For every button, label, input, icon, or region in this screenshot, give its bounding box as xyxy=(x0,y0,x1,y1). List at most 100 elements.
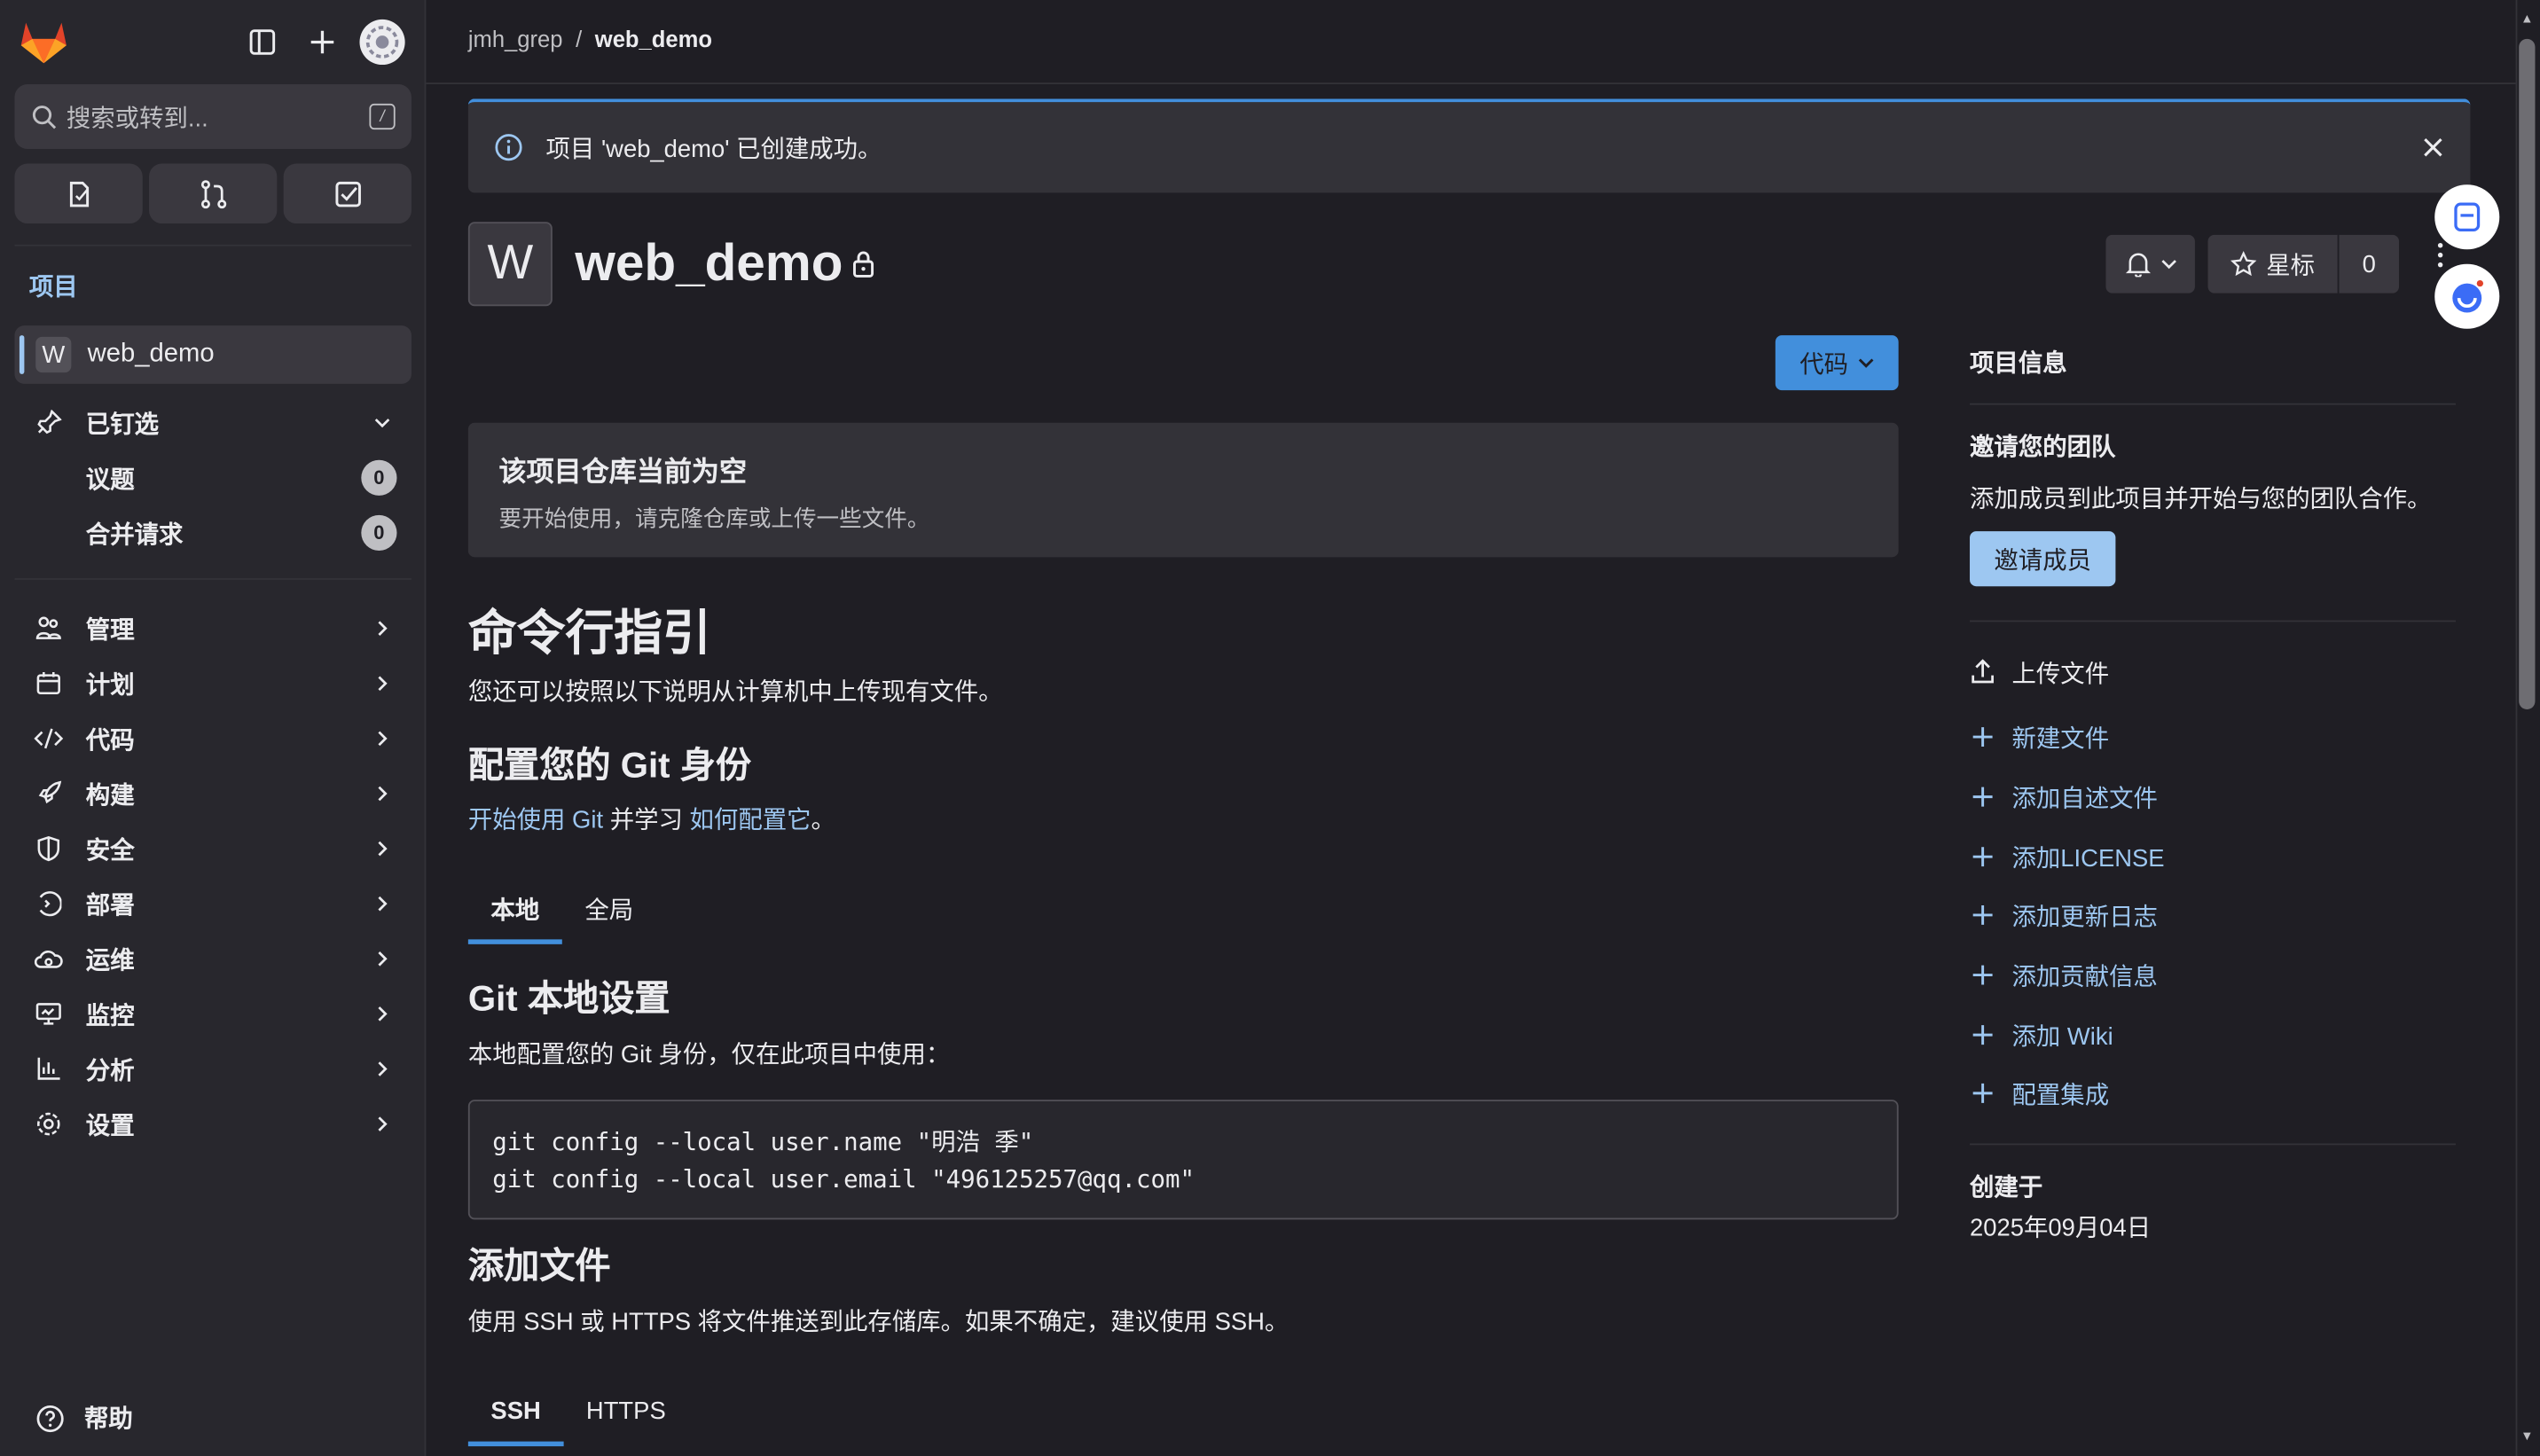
code-dropdown-button[interactable]: 代码 xyxy=(1775,335,1899,391)
git-identity-text: 开始使用 Git 并学习 如何配置它。 xyxy=(468,802,835,835)
how-to-configure-link[interactable]: 如何配置它 xyxy=(690,807,811,834)
sidebar-item-plan[interactable]: 计划 xyxy=(29,659,412,708)
star-count[interactable]: 0 xyxy=(2339,234,2400,294)
sidebar-item-merge-requests[interactable]: 合并请求 0 xyxy=(86,510,397,555)
project-avatar-small: W xyxy=(35,336,72,373)
issues-shortcut-button[interactable] xyxy=(14,163,143,224)
sidebar-item-label: 代码 xyxy=(85,726,135,755)
action-label: 配置集成 xyxy=(2011,1081,2110,1109)
plus-icon xyxy=(1970,904,1995,927)
sidebar-item-build[interactable]: 构建 xyxy=(29,770,412,818)
chevron-right-icon xyxy=(366,786,399,802)
plus-icon xyxy=(1970,964,1995,987)
cli-guide-heading: 命令行指引 xyxy=(467,607,711,661)
gitlab-logo-icon[interactable] xyxy=(20,20,68,65)
tab-global[interactable]: 全局 xyxy=(562,876,656,941)
bell-icon xyxy=(2125,253,2151,278)
active-indicator xyxy=(19,335,25,374)
add-readme-action[interactable]: 添加自述文件 xyxy=(1970,778,2158,817)
action-label: 添加自述文件 xyxy=(2011,784,2158,812)
tab-ssh[interactable]: SSH xyxy=(467,1378,564,1447)
panel-divider xyxy=(1970,1143,2456,1146)
star-button[interactable]: 星标 xyxy=(2207,234,2338,294)
breadcrumb-current[interactable]: web_demo xyxy=(595,26,712,51)
merge-request-icon xyxy=(200,179,226,208)
upload-file-action[interactable]: 上传文件 xyxy=(1970,653,2109,692)
toggle-sidebar-icon[interactable] xyxy=(243,23,282,62)
sidebar-item-label: 构建 xyxy=(85,781,135,810)
sidebar-project-item[interactable]: W web_demo xyxy=(14,325,412,384)
tab-https[interactable]: HTTPS xyxy=(563,1378,688,1443)
sidebar-item-label: 运维 xyxy=(85,946,135,975)
sidebar-item-label: 部署 xyxy=(85,891,135,920)
star-label: 星标 xyxy=(2266,252,2316,280)
chevron-right-icon xyxy=(366,731,399,747)
chevron-right-icon xyxy=(366,676,399,692)
sidebar-item-settings[interactable]: 设置 xyxy=(29,1100,412,1148)
add-license-action[interactable]: 添加LICENSE xyxy=(1970,837,2165,876)
invite-members-button[interactable]: 邀请成员 xyxy=(1970,531,2116,587)
star-icon xyxy=(2230,251,2257,277)
floating-chat-button[interactable] xyxy=(2434,263,2500,329)
add-wiki-action[interactable]: 添加 Wiki xyxy=(1970,1015,2113,1054)
add-contributing-action[interactable]: 添加贡献信息 xyxy=(1970,956,2158,995)
sidebar-item-security[interactable]: 安全 xyxy=(29,825,412,873)
sidebar-item-operate[interactable]: 运维 xyxy=(29,935,412,983)
notification-button[interactable] xyxy=(2105,234,2195,294)
plus-icon xyxy=(1970,845,1995,868)
sidebar-item-deploy[interactable]: 部署 xyxy=(29,880,412,928)
cli-guide-intro: 您还可以按照以下说明从计算机中上传现有文件。 xyxy=(467,678,1003,707)
action-label: 新建文件 xyxy=(2011,724,2110,753)
help-label: 帮助 xyxy=(83,1405,133,1434)
new-file-action[interactable]: 新建文件 xyxy=(1970,717,2109,756)
tab-local[interactable]: 本地 xyxy=(467,876,562,944)
search-input[interactable]: 搜索或转到... / xyxy=(14,83,412,150)
merge-requests-shortcut-button[interactable] xyxy=(149,163,278,224)
breadcrumb-parent-link[interactable]: jmh_grep xyxy=(468,26,563,51)
scrollbar-thumb[interactable] xyxy=(2519,38,2536,710)
created-date: 2025年09月04日 xyxy=(1970,1214,2152,1242)
empty-repo-title: 该项目仓库当前为空 xyxy=(498,457,748,488)
lock-icon xyxy=(853,251,874,278)
scroll-up-arrow-icon[interactable]: ▲ xyxy=(2519,10,2535,26)
code-icon xyxy=(29,725,68,751)
chevron-right-icon xyxy=(366,951,399,967)
action-label: 添加贡献信息 xyxy=(2011,962,2158,990)
sidebar-item-monitor[interactable]: 监控 xyxy=(29,990,412,1038)
chart-icon xyxy=(29,1056,68,1082)
sidebar-item-analyze[interactable]: 分析 xyxy=(29,1045,412,1093)
sidebar-item-label: 已钉选 xyxy=(85,411,160,439)
project-avatar: W xyxy=(467,222,553,307)
chevron-right-icon xyxy=(366,1061,399,1076)
close-icon[interactable] xyxy=(2422,136,2445,159)
add-changelog-action[interactable]: 添加更新日志 xyxy=(1970,896,2158,935)
sidebar-divider xyxy=(14,578,412,580)
scroll-down-arrow-icon[interactable]: ▼ xyxy=(2519,1427,2535,1443)
count-badge: 0 xyxy=(361,514,397,552)
search-shortcut-hint: / xyxy=(369,103,396,130)
configure-integrations-action[interactable]: 配置集成 xyxy=(1970,1074,2109,1113)
sidebar-item-manage[interactable]: 管理 xyxy=(29,604,412,653)
sidebar-item-label: 分析 xyxy=(85,1056,135,1084)
git-config-codeblock[interactable]: git config --local user.name "明浩 季" git … xyxy=(467,1100,1899,1220)
get-started-git-link[interactable]: 开始使用 Git xyxy=(468,807,603,834)
panel-divider xyxy=(1970,403,2456,405)
page-title: web_demo xyxy=(575,233,843,292)
count-badge: 0 xyxy=(361,459,397,496)
help-button[interactable]: 帮助 xyxy=(35,1401,133,1435)
more-actions-icon[interactable] xyxy=(2437,242,2443,268)
user-avatar[interactable] xyxy=(359,19,405,66)
chevron-down-icon xyxy=(366,415,399,431)
deploy-icon xyxy=(29,891,68,917)
sidebar-item-issues[interactable]: 议题 0 xyxy=(86,455,397,500)
cloud-gear-icon xyxy=(29,946,68,972)
plus-icon xyxy=(1970,786,1995,809)
sidebar-item-label: 计划 xyxy=(85,671,135,700)
sidebar-item-pinned[interactable]: 已钉选 xyxy=(29,398,412,447)
todo-shortcut-button[interactable] xyxy=(283,163,412,224)
action-label: 添加更新日志 xyxy=(2011,903,2158,931)
create-new-icon[interactable] xyxy=(303,23,342,62)
floating-assistant-button[interactable] xyxy=(2434,184,2500,250)
sidebar-item-code[interactable]: 代码 xyxy=(29,714,412,763)
plus-icon xyxy=(1970,725,1995,748)
